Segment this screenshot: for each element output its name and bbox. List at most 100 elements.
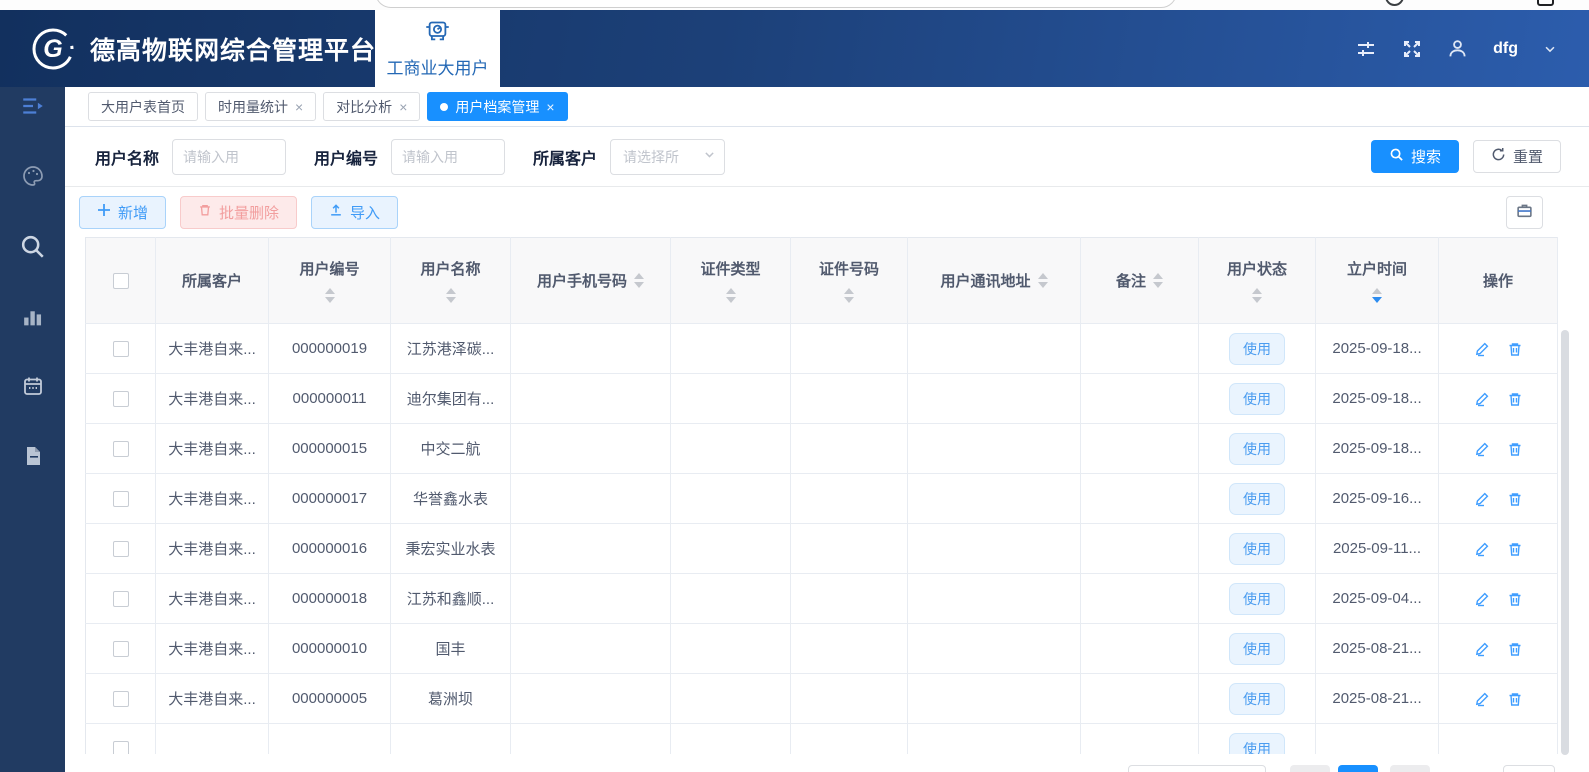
page-size-select[interactable] (1128, 765, 1266, 772)
sortable-header[interactable]: 证件号码 (791, 258, 907, 303)
delete-icon[interactable] (1507, 491, 1523, 507)
current-page-button[interactable]: 1 (1338, 765, 1378, 772)
cell-id_no (790, 323, 908, 374)
column-title: 证件类型 (700, 261, 761, 278)
sortable-header[interactable]: 立户时间 (1316, 258, 1438, 303)
row-checkbox[interactable] (112, 590, 129, 607)
search-button[interactable]: 搜索 (1370, 140, 1459, 173)
row-checkbox[interactable] (112, 690, 129, 707)
sort-carets-icon[interactable] (725, 288, 736, 303)
row-checkbox[interactable] (112, 490, 129, 507)
edit-icon[interactable] (1474, 541, 1490, 557)
cell-name: 江苏和鑫顺... (390, 573, 511, 624)
add-button[interactable]: 新增 (79, 195, 167, 229)
users-table: 所属客户 用户编号 用户名称 用户手机号码 证件类型 证件号码 用户通讯地址 备注 用户状态 立户… (85, 237, 1558, 754)
sortable-header[interactable]: 用户通讯地址 (908, 270, 1080, 291)
sort-carets-icon[interactable] (1372, 288, 1382, 303)
tab-item[interactable]: 大用户表首页 (88, 92, 198, 121)
calendar-icon[interactable] (21, 373, 45, 399)
edit-icon[interactable] (1474, 641, 1490, 657)
reset-button[interactable]: 重置 (1472, 140, 1561, 173)
filter-select[interactable]: 请选择所 (610, 138, 726, 175)
edit-icon[interactable] (1474, 341, 1490, 357)
row-checkbox[interactable] (112, 440, 129, 457)
cell-address (907, 573, 1081, 624)
status-badge[interactable]: 使用 (1229, 582, 1285, 615)
sortable-header[interactable]: 用户编号 (269, 258, 390, 303)
cell-id_type (670, 523, 791, 574)
tab-item[interactable]: 时用量统计 × (205, 92, 317, 121)
sortable-header[interactable]: 用户名称 (391, 258, 510, 303)
status-badge[interactable]: 使用 (1229, 682, 1285, 715)
collapse-menu-icon[interactable] (20, 93, 46, 119)
delete-icon[interactable] (1507, 591, 1523, 607)
status-badge[interactable]: 使用 (1229, 732, 1285, 754)
chevron-down-icon[interactable] (1543, 42, 1557, 56)
tab-close-icon[interactable]: × (295, 100, 303, 114)
delete-icon[interactable] (1507, 691, 1523, 707)
status-badge[interactable]: 使用 (1229, 432, 1285, 465)
user-icon[interactable] (1447, 38, 1468, 59)
cell-phone (510, 573, 671, 624)
select-all-checkbox[interactable] (112, 272, 129, 289)
sort-carets-icon[interactable] (324, 288, 335, 303)
address-bar[interactable] (375, 0, 1177, 8)
status-badge[interactable]: 使用 (1229, 382, 1285, 415)
sort-carets-icon[interactable] (1252, 288, 1262, 303)
delete-icon[interactable] (1507, 391, 1523, 407)
cell-address (907, 623, 1081, 674)
edit-icon[interactable] (1474, 441, 1490, 457)
sortable-header[interactable]: 用户状态 (1199, 258, 1315, 303)
edit-icon[interactable] (1474, 491, 1490, 507)
import-button[interactable]: 导入 (311, 195, 399, 229)
nav-item-industrial-users[interactable]: 工商业大用户 (375, 10, 500, 87)
filter-input[interactable] (172, 138, 287, 175)
batch-delete-button[interactable]: 批量删除 (180, 195, 298, 229)
delete-icon[interactable] (1507, 441, 1523, 457)
next-page-button[interactable] (1390, 765, 1430, 772)
cell-remark (1080, 573, 1199, 624)
edit-icon[interactable] (1474, 391, 1490, 407)
cell-status: 使用 (1198, 523, 1316, 574)
fullscreen-icon[interactable] (1402, 39, 1422, 59)
cell-checkbox (85, 323, 156, 374)
row-checkbox[interactable] (112, 640, 129, 657)
tab-item[interactable]: 用户档案管理 × (427, 92, 568, 121)
sort-carets-icon[interactable] (1153, 273, 1163, 288)
sort-carets-icon[interactable] (1037, 273, 1048, 288)
status-badge[interactable]: 使用 (1229, 332, 1285, 365)
search-menu-icon[interactable] (18, 233, 47, 259)
column-settings-button[interactable] (1506, 195, 1543, 229)
tab-item[interactable]: 对比分析 × (323, 92, 421, 121)
delete-icon[interactable] (1507, 641, 1523, 657)
delete-icon[interactable] (1507, 541, 1523, 557)
username[interactable]: dfg (1493, 40, 1518, 58)
tab-close-icon[interactable]: × (546, 100, 554, 114)
row-checkbox[interactable] (112, 740, 129, 754)
sortable-header[interactable]: 证件类型 (671, 258, 790, 303)
edit-icon[interactable] (1474, 591, 1490, 607)
sortable-header[interactable]: 备注 (1081, 270, 1198, 291)
sort-carets-icon[interactable] (634, 273, 644, 288)
delete-icon[interactable] (1507, 341, 1523, 357)
row-checkbox[interactable] (112, 540, 129, 557)
status-badge[interactable]: 使用 (1229, 482, 1285, 515)
vertical-scrollbar[interactable] (1561, 330, 1569, 755)
sort-carets-icon[interactable] (445, 288, 456, 303)
cell-id_type (670, 373, 791, 424)
palette-icon[interactable] (21, 163, 45, 189)
filter-input[interactable] (391, 138, 506, 175)
status-badge[interactable]: 使用 (1229, 632, 1285, 665)
sortable-header[interactable]: 用户手机号码 (511, 270, 670, 291)
bar-chart-icon[interactable] (20, 303, 45, 329)
row-checkbox[interactable] (112, 340, 129, 357)
edit-icon[interactable] (1474, 691, 1490, 707)
prev-page-button[interactable] (1290, 765, 1330, 772)
row-checkbox[interactable] (112, 390, 129, 407)
sort-carets-icon[interactable] (844, 288, 854, 303)
page-jump-input[interactable] (1503, 765, 1555, 772)
settings-sliders-icon[interactable] (1355, 38, 1377, 60)
tab-close-icon[interactable]: × (399, 100, 407, 114)
document-icon[interactable] (21, 443, 45, 469)
status-badge[interactable]: 使用 (1229, 532, 1285, 565)
